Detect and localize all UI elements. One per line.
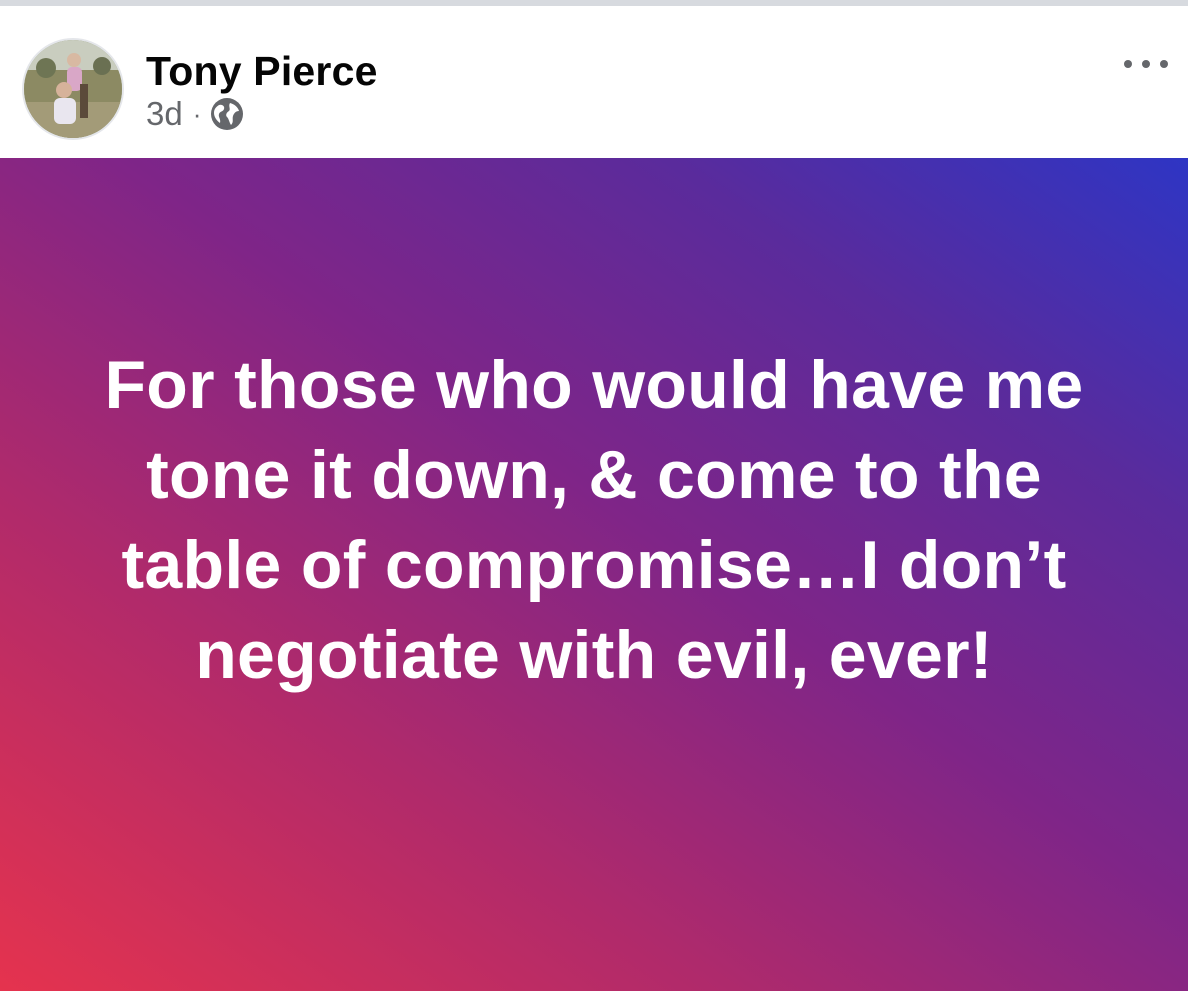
author-name[interactable]: Tony Pierce: [146, 48, 378, 95]
meta-separator: ·: [192, 98, 202, 129]
post-header: Tony Pierce 3d ·: [0, 6, 1188, 158]
post-background[interactable]: For those who would have me tone it down…: [0, 158, 1188, 991]
more-options-button[interactable]: [1124, 50, 1168, 78]
more-dot: [1142, 60, 1150, 68]
post-timestamp[interactable]: 3d: [146, 95, 183, 133]
author-avatar[interactable]: [22, 38, 124, 140]
post-meta: 3d ·: [146, 94, 245, 134]
more-dot: [1160, 60, 1168, 68]
globe-icon[interactable]: [209, 96, 245, 132]
post-text: For those who would have me tone it down…: [104, 346, 1084, 693]
more-dot: [1124, 60, 1132, 68]
avatar-photo: [24, 40, 122, 138]
